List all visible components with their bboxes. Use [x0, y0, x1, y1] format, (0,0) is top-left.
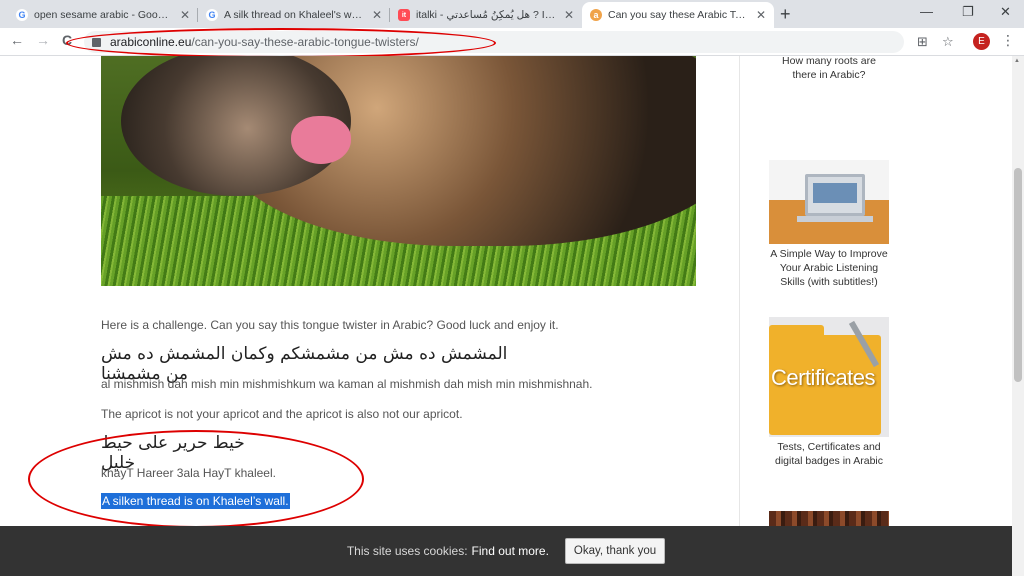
twister2-transliteration: khayT Hareer 3ala HayT khaleel. [101, 466, 276, 480]
cat-hero-image [101, 56, 696, 286]
bookmark-star-icon[interactable]: ☆ [942, 34, 954, 50]
close-window-button[interactable]: ✕ [1000, 4, 1011, 20]
google-icon: G [16, 9, 28, 21]
restore-button[interactable]: ❐ [962, 4, 974, 20]
twister2-translation-selected[interactable]: A silken thread is on Khaleel’s wall. [101, 493, 290, 509]
browser-toolbar: ← → C arabiconline.eu /can-you-say-these… [0, 28, 1024, 56]
reload-button[interactable]: C [62, 32, 72, 48]
sidebar-link-listening[interactable]: A Simple Way to Improve Your Arabic List… [769, 247, 889, 289]
close-tab-icon[interactable]: ✕ [372, 8, 382, 22]
tab-title: A silk thread on Khaleel's wall - G [224, 9, 366, 21]
tab-title: open sesame arabic - Google Sea [34, 9, 174, 21]
browser-menu-icon[interactable]: ⋮ [1001, 32, 1015, 49]
cookie-accept-button[interactable]: Okay, thank you [564, 538, 666, 564]
sidebar-thumb-certificates[interactable]: Certificates [769, 317, 889, 437]
laptop-screen [805, 174, 865, 216]
url-path: /can-you-say-these-arabic-tongue-twister… [191, 35, 419, 49]
certificates-label: Certificates [771, 365, 876, 390]
sidebar-divider [739, 56, 740, 576]
profile-avatar[interactable]: E [973, 33, 990, 50]
italki-icon: it [398, 9, 410, 21]
tab-arabiconline[interactable]: a Can you say these Arabic Tongue ✕ [582, 2, 774, 28]
sidebar-link-certificates[interactable]: Tests, Certificates and digital badges i… [769, 440, 889, 468]
tab-strip: G open sesame arabic - Google Sea ✕ G A … [0, 0, 1024, 28]
twister1-transliteration: al mishmish dah mish min mishmishkum wa … [101, 377, 593, 391]
close-tab-icon[interactable]: ✕ [180, 8, 190, 22]
page-scrollbar[interactable]: ▲ [1012, 56, 1024, 576]
tab-title: italki - هل يُمكِنُ مُساعدتي ? In Ara [416, 9, 558, 21]
twister1-translation: The apricot is not your apricot and the … [101, 407, 463, 421]
scrollbar-thumb[interactable] [1014, 168, 1022, 382]
minimize-button[interactable]: — [920, 4, 933, 19]
cookie-find-out-more-link[interactable]: Find out more. [472, 544, 549, 558]
cat-tongue [291, 116, 351, 164]
google-icon: G [206, 9, 218, 21]
cookie-text: This site uses cookies: [346, 544, 468, 558]
new-tab-button[interactable]: + [780, 4, 791, 25]
close-tab-icon[interactable]: ✕ [756, 8, 766, 22]
sidebar-thumb-laptop[interactable] [769, 160, 889, 244]
address-bar[interactable]: arabiconline.eu /can-you-say-these-arabi… [84, 31, 904, 53]
url-host: arabiconline.eu [110, 35, 192, 49]
cookie-banner: This site uses cookies: Find out more. O… [0, 526, 1012, 576]
laptop-base [797, 216, 873, 222]
tab-italki[interactable]: it italki - هل يُمكِنُ مُساعدتي ? In Ara… [390, 2, 582, 28]
tab-google-search[interactable]: G open sesame arabic - Google Sea ✕ [8, 2, 198, 28]
intro-paragraph: Here is a challenge. Can you say this to… [101, 318, 559, 332]
arabiconline-icon: a [590, 9, 602, 21]
sidebar-link-roots[interactable]: How many roots are there in Arabic? [769, 56, 889, 82]
web-page: Here is a challenge. Can you say this to… [0, 56, 1012, 576]
extension-icon[interactable]: ⊞ [917, 34, 928, 50]
back-button[interactable]: ← [10, 32, 24, 48]
tab-title: Can you say these Arabic Tongue [608, 9, 750, 21]
forward-button[interactable]: → [36, 32, 50, 48]
lock-icon [92, 37, 101, 47]
tab-google-silk-thread[interactable]: G A silk thread on Khaleel's wall - G ✕ [198, 2, 390, 28]
close-tab-icon[interactable]: ✕ [564, 8, 574, 22]
scroll-up-arrow-icon[interactable]: ▲ [1014, 58, 1020, 64]
